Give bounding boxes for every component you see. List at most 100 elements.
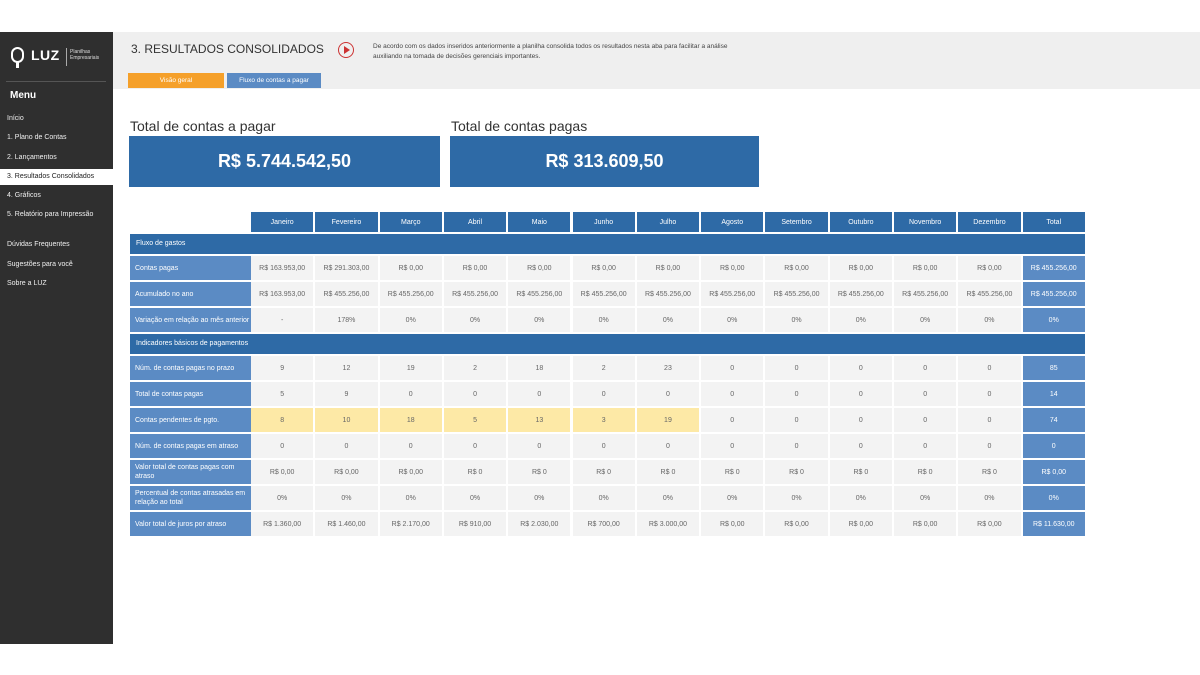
table-cell[interactable]: 0 <box>379 434 442 458</box>
table-cell[interactable]: R$ 0,00 <box>508 256 571 280</box>
table-cell[interactable]: 0 <box>379 382 442 406</box>
table-cell[interactable]: 2 <box>443 356 507 380</box>
table-cell[interactable]: R$ 455.256,00 <box>636 282 700 306</box>
table-cell[interactable]: 0 <box>894 434 957 458</box>
table-cell[interactable]: 0% <box>701 486 764 510</box>
luz-logo[interactable]: LUZ Planilhas Empresariais <box>11 45 106 75</box>
table-cell[interactable]: 13 <box>508 408 571 432</box>
table-cell[interactable]: 0 <box>958 356 1021 380</box>
table-cell[interactable]: R$ 0,00 <box>572 256 635 280</box>
table-cell[interactable]: R$ 291.303,00 <box>315 256 378 280</box>
table-cell[interactable]: 23 <box>636 356 700 380</box>
table-cell[interactable]: R$ 163.953,00 <box>251 282 314 306</box>
table-cell[interactable]: R$ 0,00 <box>443 256 507 280</box>
table-cell[interactable]: R$ 0,00 <box>636 256 700 280</box>
table-cell[interactable]: R$ 0,00 <box>379 460 442 484</box>
sidebar-item-6[interactable]: 5. Relatório para Impressão <box>0 207 113 223</box>
table-cell[interactable]: 19 <box>636 408 700 432</box>
table-cell[interactable]: 0 <box>701 382 764 406</box>
table-cell[interactable]: 14 <box>1022 382 1085 406</box>
table-cell[interactable]: 0% <box>315 486 378 510</box>
table-cell[interactable]: 0% <box>572 486 635 510</box>
table-cell[interactable]: R$ 0 <box>894 460 957 484</box>
table-cell[interactable]: R$ 455.256,00 <box>1022 282 1085 306</box>
table-cell[interactable]: 0% <box>508 308 571 332</box>
table-cell[interactable]: R$ 910,00 <box>443 512 507 536</box>
table-cell[interactable]: 0% <box>443 486 507 510</box>
table-cell[interactable]: 0 <box>443 382 507 406</box>
table-cell[interactable]: R$ 455.256,00 <box>572 282 635 306</box>
table-cell[interactable]: 0% <box>443 308 507 332</box>
table-cell[interactable]: 5 <box>251 382 314 406</box>
table-cell[interactable]: R$ 1.360,00 <box>251 512 314 536</box>
table-cell[interactable]: R$ 0,00 <box>1022 460 1085 484</box>
table-cell[interactable]: 0 <box>765 382 828 406</box>
table-cell[interactable]: 0 <box>251 434 314 458</box>
tab-fluxo-contas[interactable]: Fluxo de contas a pagar <box>227 73 321 88</box>
tab-visao-geral[interactable]: Visão geral <box>128 73 224 88</box>
table-cell[interactable]: 0% <box>765 308 828 332</box>
table-cell[interactable]: 0% <box>829 308 892 332</box>
table-cell[interactable]: 0 <box>443 434 507 458</box>
table-cell[interactable]: 0 <box>829 408 892 432</box>
sidebar-item-3[interactable]: 2. Lançamentos <box>0 150 113 166</box>
table-cell[interactable]: R$ 0,00 <box>958 512 1021 536</box>
table-cell[interactable]: R$ 455.256,00 <box>1022 256 1085 280</box>
sidebar-item-5[interactable]: 4. Gráficos <box>0 188 113 204</box>
table-cell[interactable]: 9 <box>251 356 314 380</box>
table-cell[interactable]: 0 <box>315 434 378 458</box>
table-cell[interactable]: 10 <box>315 408 378 432</box>
table-cell[interactable]: 0% <box>829 486 892 510</box>
table-cell[interactable]: 0% <box>958 308 1021 332</box>
table-cell[interactable]: - <box>251 308 314 332</box>
table-cell[interactable]: R$ 0,00 <box>894 256 957 280</box>
table-cell[interactable]: 2 <box>572 356 635 380</box>
table-cell[interactable]: R$ 0 <box>636 460 700 484</box>
table-cell[interactable]: 3 <box>572 408 635 432</box>
table-cell[interactable]: R$ 0 <box>572 460 635 484</box>
table-cell[interactable]: 0 <box>508 434 571 458</box>
table-cell[interactable]: 0 <box>894 356 957 380</box>
table-cell[interactable]: R$ 700,00 <box>572 512 635 536</box>
table-cell[interactable]: 5 <box>443 408 507 432</box>
table-cell[interactable]: 0 <box>701 434 764 458</box>
table-cell[interactable]: 0 <box>765 434 828 458</box>
table-cell[interactable]: 18 <box>508 356 571 380</box>
table-cell[interactable]: R$ 0 <box>443 460 507 484</box>
table-cell[interactable]: R$ 0,00 <box>958 256 1021 280</box>
table-cell[interactable]: 0% <box>894 486 957 510</box>
table-cell[interactable]: R$ 0 <box>765 460 828 484</box>
table-cell[interactable]: 0% <box>1022 486 1085 510</box>
sidebar-item-2[interactable]: 1. Plano de Contas <box>0 130 113 146</box>
table-cell[interactable]: R$ 3.000,00 <box>636 512 700 536</box>
table-cell[interactable]: R$ 0,00 <box>251 460 314 484</box>
table-cell[interactable]: 0 <box>701 408 764 432</box>
table-cell[interactable]: 0% <box>636 486 700 510</box>
sidebar-item-4[interactable]: 3. Resultados Consolidados <box>0 169 113 185</box>
table-cell[interactable]: 0 <box>636 434 700 458</box>
table-cell[interactable]: R$ 455.256,00 <box>894 282 957 306</box>
play-video-icon[interactable] <box>338 42 354 58</box>
table-cell[interactable]: R$ 2.030,00 <box>508 512 571 536</box>
table-cell[interactable]: R$ 455.256,00 <box>315 282 378 306</box>
table-cell[interactable]: R$ 455.256,00 <box>443 282 507 306</box>
table-cell[interactable]: R$ 455.256,00 <box>765 282 828 306</box>
table-cell[interactable]: 0 <box>894 382 957 406</box>
table-cell[interactable]: R$ 0,00 <box>701 256 764 280</box>
table-cell[interactable]: 0 <box>829 382 892 406</box>
table-cell[interactable]: R$ 0,00 <box>829 512 892 536</box>
table-cell[interactable]: 19 <box>379 356 442 380</box>
table-cell[interactable]: R$ 0,00 <box>765 256 828 280</box>
table-cell[interactable]: 178% <box>315 308 378 332</box>
table-cell[interactable]: 0% <box>379 486 442 510</box>
table-cell[interactable]: 9 <box>315 382 378 406</box>
table-cell[interactable]: R$ 0 <box>958 460 1021 484</box>
table-cell[interactable]: 0% <box>572 308 635 332</box>
table-cell[interactable]: 0 <box>701 356 764 380</box>
table-cell[interactable]: 0% <box>894 308 957 332</box>
table-cell[interactable]: 0 <box>636 382 700 406</box>
table-cell[interactable]: 0 <box>508 382 571 406</box>
table-cell[interactable]: 0 <box>572 382 635 406</box>
table-cell[interactable]: 0% <box>379 308 442 332</box>
table-cell[interactable]: R$ 455.256,00 <box>379 282 442 306</box>
